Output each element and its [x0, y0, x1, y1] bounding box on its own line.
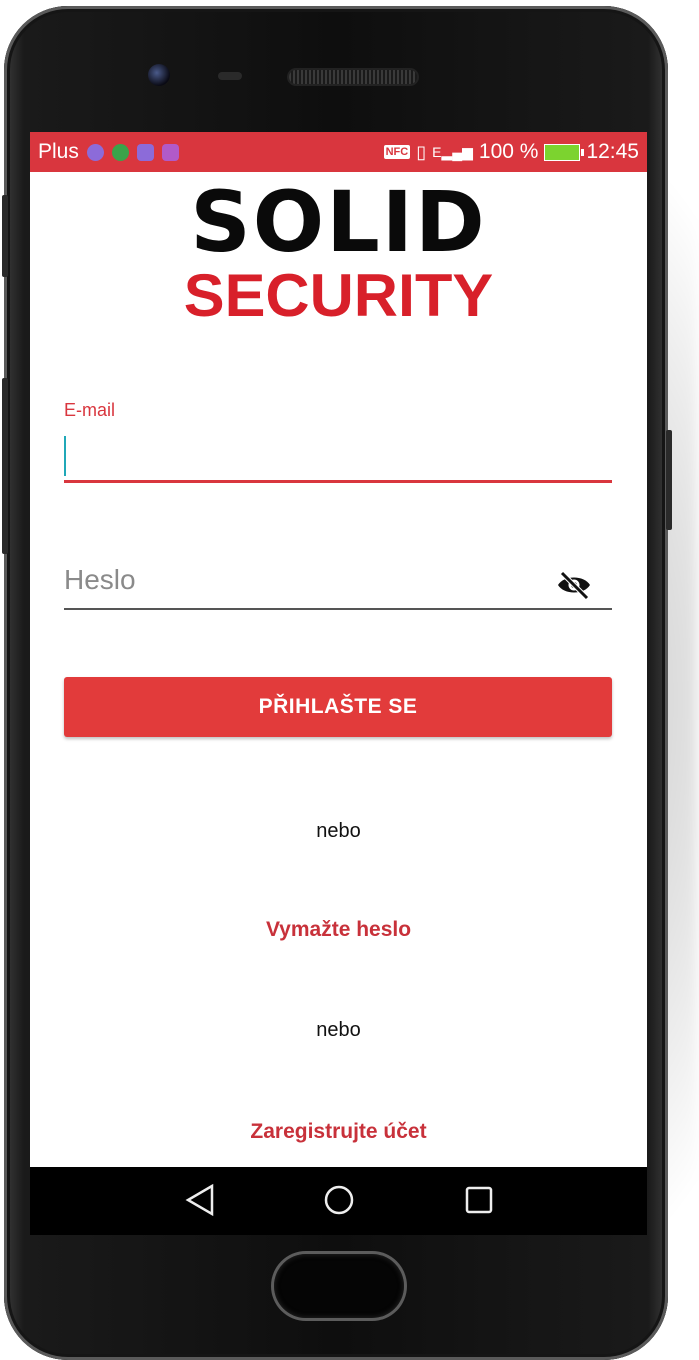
register-link[interactable]: Zaregistrujte účet [30, 1120, 647, 1144]
status-bar: Plus NFC ▯ E▂▄▆ 100 % 12:45 [30, 132, 647, 172]
side-button-top [2, 195, 8, 277]
email-underline [64, 480, 612, 483]
logo-solid: SOLID [190, 173, 487, 271]
battery-percent: 100 % [478, 140, 539, 163]
physical-home-button[interactable] [274, 1254, 404, 1318]
logo-security: SECURITY [183, 262, 494, 329]
home-circle-icon[interactable] [322, 1183, 356, 1217]
side-button-right [666, 430, 672, 530]
or-separator-1: nebo [316, 820, 361, 842]
email-input[interactable] [64, 432, 612, 480]
battery-icon [544, 143, 585, 161]
side-button-bottom [2, 378, 8, 554]
navigation-bar [30, 1167, 647, 1235]
login-button[interactable]: PŘIHLAŠTE SE [64, 677, 612, 737]
proximity-sensor [218, 72, 242, 80]
status-left: Plus [38, 140, 179, 164]
gallery-app-icon [161, 143, 179, 161]
reset-password-link[interactable]: Vymažte heslo [30, 918, 647, 942]
carrier-name: Plus [38, 140, 79, 163]
clock: 12:45 [586, 140, 639, 163]
vibrate-icon: ▯ [416, 141, 427, 162]
globe-app-icon [111, 143, 129, 161]
signal-icon: E▂▄▆ [432, 143, 473, 160]
email-label: E-mail [64, 400, 116, 420]
front-camera-icon [148, 64, 170, 86]
password-input[interactable]: Heslo [64, 564, 136, 596]
earpiece-speaker [289, 70, 417, 84]
network-type-label: E [432, 143, 442, 160]
password-underline [64, 608, 612, 610]
or-separator-2: nebo [316, 1019, 361, 1041]
recents-square-icon[interactable] [463, 1183, 495, 1217]
android-app-icon [136, 143, 154, 161]
status-right: NFC ▯ E▂▄▆ 100 % 12:45 [383, 140, 639, 164]
eye-off-icon[interactable] [556, 570, 592, 600]
app-screen: Plus NFC ▯ E▂▄▆ 100 % 12:45 SOLID SECURI… [30, 132, 647, 1177]
back-triangle-icon[interactable] [184, 1183, 216, 1217]
location-app-icon [86, 143, 104, 161]
nfc-icon: NFC [383, 145, 411, 159]
